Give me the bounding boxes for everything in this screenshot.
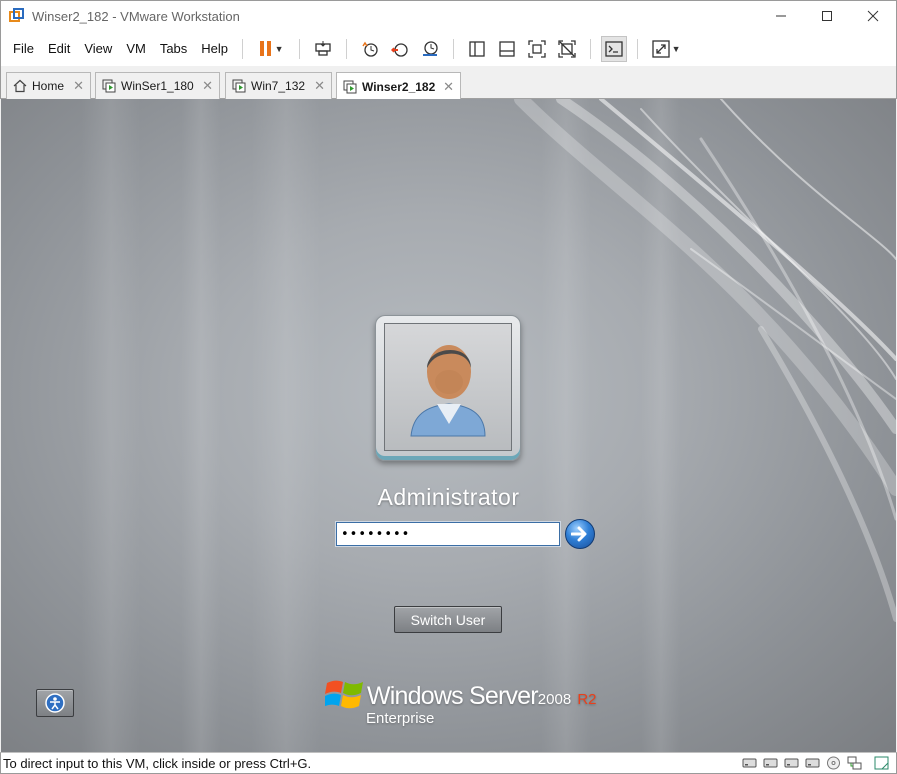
- pause-icon-bar: [267, 41, 272, 56]
- brand-name: Windows Server2008 R2: [367, 682, 597, 711]
- menu-view[interactable]: View: [78, 41, 118, 56]
- fullscreen-button[interactable]: [524, 36, 550, 62]
- toolbar-divider: [453, 38, 455, 59]
- user-silhouette-icon: [410, 345, 486, 437]
- toolbar-divider: [346, 38, 348, 59]
- vmware-logo-icon: [9, 8, 25, 24]
- thumbnail-bar-button[interactable]: [494, 36, 520, 62]
- stretch-guest-button[interactable]: ▼: [648, 36, 684, 62]
- unity-icon: [558, 39, 576, 58]
- stretch-guest-icon: [651, 39, 670, 58]
- close-icon[interactable]: ✕: [443, 79, 454, 95]
- product-release: R2: [577, 691, 597, 708]
- send-ctrl-alt-del-icon: [315, 40, 331, 56]
- toolbar-divider: [637, 38, 639, 59]
- status-message: To direct input to this VM, click inside…: [3, 755, 312, 771]
- menu-bar: File Edit View VM Tabs Help ▼ ▼: [0, 31, 897, 66]
- close-icon[interactable]: ✕: [73, 78, 84, 94]
- close-icon[interactable]: ✕: [202, 78, 213, 94]
- window-controls: [758, 1, 896, 31]
- windows-flag-logo: [325, 680, 363, 709]
- menu-file[interactable]: File: [7, 41, 40, 56]
- product-name: Windows Server: [367, 682, 539, 710]
- minimize-button[interactable]: [758, 1, 804, 31]
- status-bar: To direct input to this VM, click inside…: [0, 752, 897, 774]
- close-icon[interactable]: ✕: [314, 78, 325, 94]
- chevron-down-icon: ▼: [671, 43, 681, 54]
- menu-tabs[interactable]: Tabs: [154, 41, 193, 56]
- maximize-icon: [822, 11, 832, 21]
- tab-winser1-180[interactable]: WinSer1_180 ✕: [95, 72, 220, 99]
- cd-dvd-icon[interactable]: [825, 755, 842, 771]
- tab-label: WinSer1_180: [121, 79, 194, 93]
- tab-winser2-182[interactable]: Winser2_182 ✕: [336, 72, 461, 100]
- arrow-right-icon: [571, 526, 587, 542]
- snapshot-manager-button[interactable]: [417, 36, 443, 62]
- menu-edit[interactable]: Edit: [42, 41, 76, 56]
- console-view-button[interactable]: [601, 35, 628, 62]
- hard-disk-icon[interactable]: [762, 755, 779, 771]
- show-library-icon: [469, 40, 485, 57]
- ease-of-access-icon: [45, 693, 65, 713]
- windows-server-branding: Windows Server2008 R2 Enterprise: [323, 677, 597, 731]
- close-button[interactable]: [850, 1, 896, 31]
- revert-snapshot-icon: [391, 42, 408, 57]
- pause-icon: [260, 41, 265, 56]
- username-label: Administrator: [377, 484, 520, 510]
- tab-win7-132[interactable]: Win7_132 ✕: [225, 72, 332, 99]
- fullscreen-icon: [528, 39, 546, 58]
- snapshot-icon: [362, 41, 378, 57]
- maximize-button[interactable]: [804, 1, 850, 31]
- toolbar-divider: [590, 38, 592, 59]
- console-view-icon: [605, 40, 623, 57]
- tab-label: Win7_132: [251, 79, 306, 93]
- tab-label: Home: [32, 79, 65, 93]
- vm-icon: [102, 79, 116, 93]
- thumbnail-bar-icon: [499, 40, 515, 57]
- toolbar-divider: [299, 38, 301, 59]
- ease-of-access-button[interactable]: [36, 689, 74, 717]
- hard-disk-icon[interactable]: [804, 755, 821, 771]
- menu-vm[interactable]: VM: [120, 41, 152, 56]
- home-icon: [13, 79, 27, 93]
- user-avatar: [384, 323, 512, 451]
- hard-disk-icon[interactable]: [783, 755, 800, 771]
- switch-user-button[interactable]: Switch User: [394, 606, 502, 633]
- password-field[interactable]: [336, 522, 560, 546]
- pause-button[interactable]: ▼: [253, 36, 289, 62]
- product-edition: Enterprise: [366, 710, 435, 727]
- product-year: 2008: [537, 691, 572, 708]
- tab-label: Winser2_182: [362, 79, 436, 94]
- take-snapshot-button[interactable]: [357, 36, 383, 62]
- message-log-icon[interactable]: [873, 755, 890, 771]
- unity-button[interactable]: [554, 36, 580, 62]
- hard-disk-icon[interactable]: [741, 755, 758, 771]
- window-title: Winser2_182 - VMware Workstation: [32, 8, 240, 24]
- menu-help[interactable]: Help: [195, 41, 234, 56]
- title-bar: Winser2_182 - VMware Workstation: [0, 0, 897, 31]
- user-avatar-frame: [375, 315, 521, 461]
- toolbar-divider: [242, 38, 244, 59]
- vm-icon: [343, 80, 357, 93]
- snapshot-manager-icon: [423, 40, 438, 56]
- revert-snapshot-button[interactable]: [387, 36, 413, 62]
- tab-home[interactable]: Home ✕: [6, 72, 91, 99]
- device-status-icons: [737, 755, 890, 771]
- network-icon[interactable]: [846, 755, 863, 771]
- minimize-icon: [776, 15, 786, 17]
- send-ctrl-alt-del-button[interactable]: [310, 36, 336, 62]
- show-library-button[interactable]: [464, 36, 490, 62]
- close-icon: [867, 10, 879, 22]
- vm-icon: [232, 79, 246, 93]
- vm-console[interactable]: Administrator Switch User Windows Server…: [1, 99, 896, 752]
- submit-login-button[interactable]: [565, 519, 595, 549]
- tab-bar: Home ✕ WinSer1_180 ✕ Win7_132 ✕ Winser2_…: [0, 66, 897, 100]
- chevron-down-icon: ▼: [274, 43, 284, 54]
